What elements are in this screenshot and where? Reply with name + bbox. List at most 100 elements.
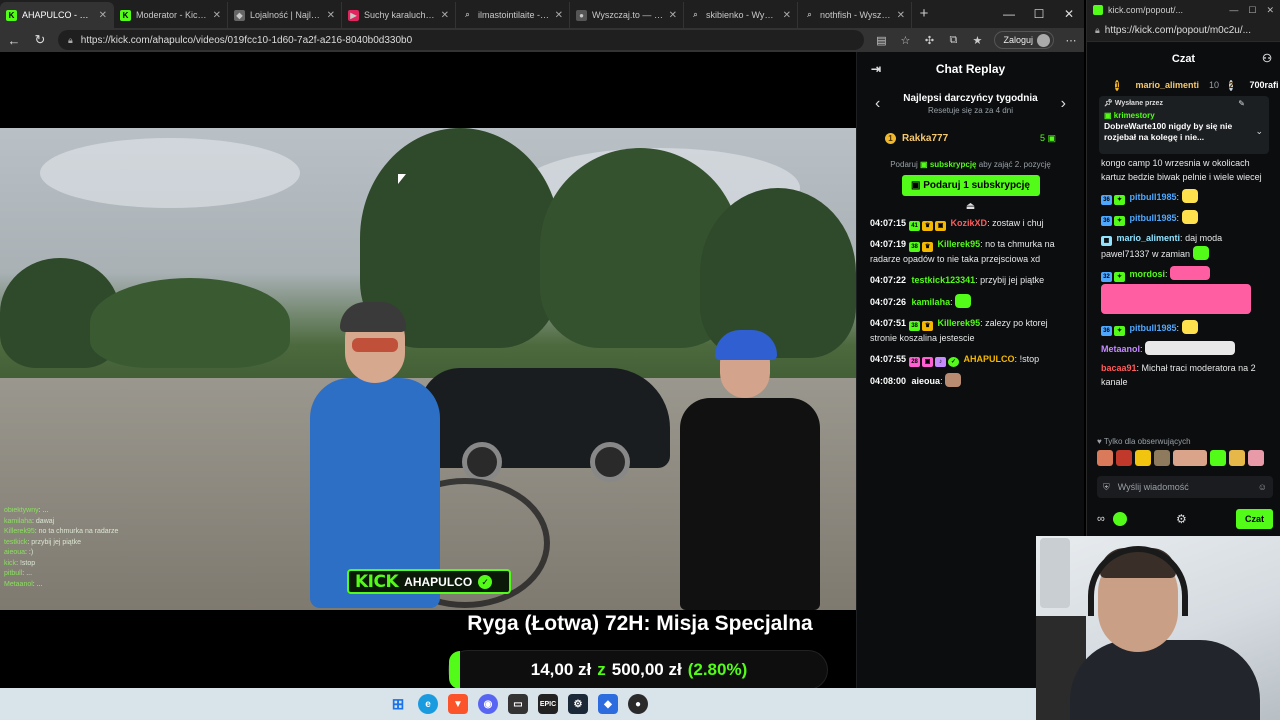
pin-icon[interactable]: ✎: [1238, 99, 1245, 108]
favorite-star-icon[interactable]: ☆: [898, 34, 912, 47]
close-tab-icon[interactable]: ✕: [99, 10, 107, 21]
close-window-icon[interactable]: ✕: [1266, 5, 1274, 16]
close-window-icon[interactable]: ✕: [1054, 0, 1084, 28]
chat-message: bacaa91: Michał traci moderatora na 2 ka…: [1101, 363, 1256, 387]
tab-label: skibienko - Wyszukaj: [706, 10, 778, 20]
video-player[interactable]: obiektywny: ... kamilaha: dawaj Killerek…: [0, 52, 856, 690]
tab-wyszczaj[interactable]: ● Wyszczaj.to — znajd ✕: [570, 2, 684, 28]
url-field[interactable]: 🔒︎ https://kick.com/ahapulco/videos/019f…: [58, 30, 865, 50]
minimize-icon[interactable]: —: [994, 0, 1024, 28]
tab-nothfish[interactable]: ⌕ nothfish - Wyszukaj ✕: [798, 2, 912, 28]
emote-icon[interactable]: [1248, 450, 1264, 466]
message-user[interactable]: pitbull1985: [1130, 213, 1177, 223]
emote-icon: [1192, 246, 1209, 260]
extensions-icon[interactable]: ✣: [922, 34, 936, 47]
tab-moderator[interactable]: K Moderator - Kick Da ✕: [114, 2, 228, 28]
eject-icon[interactable]: ⏏: [857, 201, 1084, 212]
chevron-down-icon[interactable]: ⌄: [1255, 126, 1263, 137]
helmet: [340, 302, 406, 332]
gear-icon[interactable]: ⚙: [1176, 512, 1187, 526]
message-user[interactable]: AHAPULCO: [964, 354, 1015, 364]
epic-games-icon[interactable]: EPIC: [538, 694, 558, 714]
emoji-icon[interactable]: ☺: [1258, 482, 1267, 492]
emote-icon[interactable]: [1229, 450, 1245, 466]
silver-coin-icon: 2: [1229, 79, 1234, 91]
kick-icon[interactable]: [1112, 512, 1127, 526]
emote-icon[interactable]: [1210, 450, 1226, 466]
reader-mode-icon[interactable]: ▤: [874, 34, 888, 47]
donation-goal-title: Ryga (Łotwa) 72H: Misja Specjalna: [467, 612, 813, 635]
chevron-right-icon[interactable]: ›: [1061, 95, 1066, 113]
new-tab-button[interactable]: +: [912, 2, 936, 28]
collections-icon[interactable]: ⧉: [946, 34, 960, 47]
message-user[interactable]: kamilaha: [912, 297, 951, 307]
steam-icon[interactable]: ⚙: [568, 694, 588, 714]
points-icon[interactable]: ∞: [1097, 513, 1105, 525]
minimize-icon[interactable]: —: [1229, 5, 1238, 16]
close-tab-icon[interactable]: ✕: [441, 10, 449, 21]
tab-ilmastointilaite[interactable]: ⌕ ilmastointilaite - Wys ✕: [456, 2, 570, 28]
users-icon[interactable]: ⚇: [1262, 52, 1272, 65]
heart-emote-icon: [1101, 284, 1251, 314]
message-user[interactable]: mario_alimenti: [1117, 233, 1181, 243]
obs-icon[interactable]: ●: [628, 694, 648, 714]
sub-badge-icon: 36: [1101, 326, 1112, 336]
brave-browser-icon[interactable]: ▼: [448, 694, 468, 714]
gift-subscription-button[interactable]: ▣ Podaruj 1 subskrypcję: [901, 175, 1040, 196]
more-menu-icon[interactable]: ⋯: [1064, 34, 1078, 47]
sub-badge-icon: ▦: [1101, 236, 1112, 246]
maximize-icon[interactable]: ☐: [1248, 5, 1256, 16]
chat-app-icon[interactable]: ▭: [508, 694, 528, 714]
emote-icon[interactable]: [1097, 450, 1113, 466]
back-arrow-icon[interactable]: ←: [6, 33, 22, 48]
message-user[interactable]: pitbull1985: [1130, 192, 1177, 202]
windows-start-icon[interactable]: ⊞: [388, 694, 408, 714]
message-user[interactable]: pitbull1985: [1130, 323, 1177, 333]
tab-skibienko[interactable]: ⌕ skibienko - Wyszukaj ✕: [684, 2, 798, 28]
emote-icon[interactable]: [1154, 450, 1170, 466]
chat-message-input[interactable]: ⛨ Wyślij wiadomość ☺: [1097, 476, 1273, 498]
chat-message: 36 ✦ pitbull1985:: [1101, 189, 1270, 205]
close-tab-icon[interactable]: ✕: [555, 10, 563, 21]
top-donor-row[interactable]: 1 Rakka777 5 ▣: [857, 122, 1084, 154]
message-user[interactable]: Killerek95: [938, 318, 981, 328]
message-user[interactable]: testkick123341: [912, 275, 976, 285]
message-user[interactable]: Killerek95: [938, 239, 981, 249]
close-tab-icon[interactable]: ✕: [327, 10, 335, 21]
message-user[interactable]: KozikXD: [951, 218, 988, 228]
favorites-icon[interactable]: ★: [970, 34, 984, 47]
tab-label: Moderator - Kick Da: [136, 10, 208, 20]
close-tab-icon[interactable]: ✕: [213, 10, 221, 21]
emote-icon[interactable]: [1116, 450, 1132, 466]
reload-icon[interactable]: ↻: [32, 32, 48, 48]
popout-url-bar[interactable]: 🔒︎ https://kick.com/popout/m0c2u/...: [1087, 20, 1280, 42]
collapse-chat-icon[interactable]: ⇥: [871, 62, 881, 76]
leader-name[interactable]: 700rafi: [1249, 80, 1278, 90]
emote-icon[interactable]: [1135, 450, 1151, 466]
message-user[interactable]: bacaa91: [1101, 363, 1137, 373]
close-tab-icon[interactable]: ✕: [897, 10, 905, 21]
pinned-message[interactable]: 📌︎ Wysłane przez ✎ ▣ krimestory DobreWar…: [1099, 96, 1269, 154]
profile-login-button[interactable]: Zaloguj: [994, 31, 1054, 49]
close-tab-icon[interactable]: ✕: [783, 10, 791, 21]
message-user[interactable]: aieoua: [912, 376, 941, 386]
send-chat-button[interactable]: Czat: [1235, 509, 1273, 529]
leader-name[interactable]: mario_alimenti: [1135, 80, 1199, 90]
chevron-left-icon[interactable]: ‹: [875, 95, 880, 113]
tab-suchy-karaluch[interactable]: ▶ Suchy karaluch - cyp ✕: [342, 2, 456, 28]
app-icon[interactable]: ◆: [598, 694, 618, 714]
close-tab-icon[interactable]: ✕: [669, 10, 677, 21]
maximize-icon[interactable]: ☐: [1024, 0, 1054, 28]
tab-ahapulco[interactable]: K AHAPULCO - Watch t ✕: [0, 2, 114, 28]
popout-window-controls: — ☐ ✕: [1229, 5, 1274, 16]
replay-message-list: 04:07:15 41 ♛ ▣ KozikXD: zostaw i chuj 04:0…: [857, 212, 1084, 389]
message-user[interactable]: Metaanol: [1101, 344, 1140, 354]
sub-badge-icon: 28: [909, 357, 921, 367]
tab-lojalnosc[interactable]: ◆ Lojalność | Najlepsze ✕: [228, 2, 342, 28]
discord-icon[interactable]: ◉: [478, 694, 498, 714]
mic-icon: ♪: [935, 357, 947, 367]
wheel: [462, 442, 502, 482]
edge-browser-icon[interactable]: e: [418, 694, 438, 714]
message-user[interactable]: mordosi: [1130, 269, 1166, 279]
emote-icon[interactable]: [1173, 450, 1207, 466]
